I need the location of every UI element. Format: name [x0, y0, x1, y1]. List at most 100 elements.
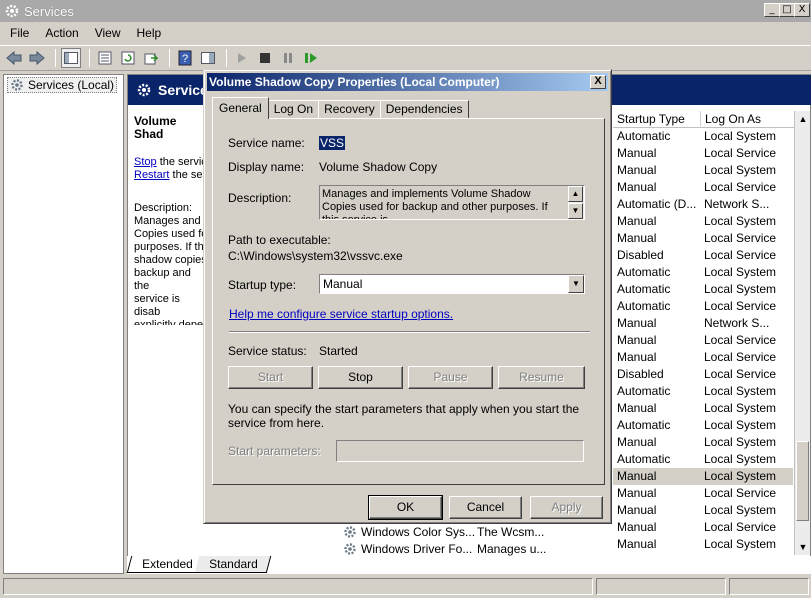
log-on-as-cell: Local System	[704, 503, 777, 517]
service-name-value[interactable]: VSS	[319, 136, 346, 150]
restart-line: Restart the se	[134, 169, 208, 182]
table-row[interactable]: Manual Network S...	[613, 315, 793, 332]
stop-button[interactable]: Stop	[318, 366, 403, 389]
minimize-button[interactable]: _	[764, 3, 780, 17]
scroll-thumb[interactable]	[796, 441, 809, 521]
table-row[interactable]: Automatic Local System	[613, 451, 793, 468]
table-row[interactable]: Automatic Local System	[613, 281, 793, 298]
table-row[interactable]: Automatic Local System	[613, 264, 793, 281]
table-row[interactable]: Manual Local Service	[613, 332, 793, 349]
show-action-pane-button[interactable]	[198, 48, 218, 68]
general-tab-panel: Service name: VSS Display name: Volume S…	[212, 118, 605, 485]
close-window-button[interactable]: X	[794, 3, 810, 17]
scroll-down-icon[interactable]: ▼	[795, 539, 811, 555]
apply-button[interactable]: Apply	[530, 496, 603, 519]
scroll-down-icon[interactable]: ▼	[568, 203, 583, 219]
dialog-title-bar: Volume Shadow Copy Properties (Local Com…	[207, 73, 608, 91]
menu-help[interactable]: Help	[129, 26, 170, 40]
log-on-as-cell: Local Service	[704, 231, 777, 245]
services-gear-icon	[137, 83, 151, 97]
table-row[interactable]: Disabled Local Service	[613, 247, 793, 264]
start-params-input[interactable]	[336, 440, 584, 462]
column-startup-type[interactable]: Startup Type	[613, 111, 701, 128]
start-service-button[interactable]	[232, 48, 252, 68]
tab-recovery[interactable]: Recovery	[318, 100, 381, 119]
log-on-as-cell: Local Service	[704, 180, 777, 194]
table-row[interactable]: Manual Local Service	[613, 349, 793, 366]
table-row[interactable]: Manual Local System	[613, 213, 793, 230]
table-row[interactable]: Automatic (D... Network S...	[613, 196, 793, 213]
list-item[interactable]: Windows Driver Fo... Manages u...	[343, 540, 603, 557]
toolbar-separator	[169, 49, 170, 67]
startup-type-cell: Manual	[617, 163, 657, 177]
log-on-as-cell: Local System	[704, 469, 777, 483]
description-label: Description:	[134, 202, 193, 214]
startup-type-cell: Automatic	[617, 265, 671, 279]
log-on-as-cell: Local Service	[704, 333, 777, 347]
menu-action[interactable]: Action	[37, 26, 86, 40]
table-row[interactable]: Manual Local System	[613, 162, 793, 179]
forward-button[interactable]	[27, 48, 47, 68]
table-row[interactable]: Manual Local Service	[613, 485, 793, 502]
export-list-button[interactable]	[141, 48, 161, 68]
startup-type-cell: Automatic (D...	[617, 197, 697, 211]
pause-button[interactable]: Pause	[408, 366, 493, 389]
tab-standard[interactable]: Standard	[194, 556, 271, 573]
scroll-up-icon[interactable]: ▲	[568, 186, 583, 202]
dialog-title: Volume Shadow Copy Properties (Local Com…	[209, 75, 500, 89]
column-log-on-as[interactable]: Log On As	[701, 111, 798, 128]
extended-description-pane: Volume Shad Stop the servic Restart the …	[134, 115, 208, 325]
show-hide-console-tree-button[interactable]	[61, 48, 81, 68]
startup-type-select[interactable]: Manual ▼	[319, 274, 585, 294]
table-row[interactable]: Manual Local System	[613, 434, 793, 451]
stop-service-link[interactable]: Stop	[134, 156, 157, 168]
table-row[interactable]: Manual Local Service	[613, 519, 793, 536]
cancel-button[interactable]: Cancel	[449, 496, 522, 519]
tab-general[interactable]: General	[212, 97, 269, 119]
tab-dependencies[interactable]: Dependencies	[379, 100, 469, 119]
stop-service-button[interactable]	[255, 48, 275, 68]
table-row[interactable]: Disabled Local Service	[613, 366, 793, 383]
description-field-label: Description:	[228, 191, 292, 205]
properties-button[interactable]	[95, 48, 115, 68]
back-button[interactable]	[4, 48, 24, 68]
description-scrollbar[interactable]: ▲ ▼	[568, 186, 584, 219]
table-row[interactable]: Manual Local Service	[613, 179, 793, 196]
startup-type-cell: Manual	[617, 214, 657, 228]
path-value: C:\Windows\system32\vssvc.exe	[228, 249, 403, 263]
ok-button[interactable]: OK	[368, 495, 443, 520]
table-row[interactable]: Automatic Local System	[613, 128, 793, 145]
restore-button[interactable]: □	[779, 3, 795, 17]
table-row[interactable]: Automatic Local Service	[613, 298, 793, 315]
list-vertical-scrollbar[interactable]: ▲ ▼	[794, 111, 810, 555]
chevron-down-icon[interactable]: ▼	[568, 275, 584, 293]
restart-service-link[interactable]: Restart	[134, 169, 169, 181]
table-row[interactable]: Manual Local System	[613, 468, 793, 485]
table-row[interactable]: Automatic Local System	[613, 383, 793, 400]
table-row[interactable]: Manual Local Service	[613, 145, 793, 162]
display-name-value[interactable]: Volume Shadow Copy	[319, 160, 437, 174]
menu-view[interactable]: View	[87, 26, 129, 40]
restart-service-button[interactable]	[301, 48, 321, 68]
table-row[interactable]: Manual Local System	[613, 536, 793, 553]
refresh-button[interactable]	[118, 48, 138, 68]
tab-standard-label: Standard	[209, 557, 258, 571]
table-row[interactable]: Automatic Local System	[613, 417, 793, 434]
start-button[interactable]: Start	[228, 366, 313, 389]
pause-service-button[interactable]	[278, 48, 298, 68]
dialog-close-button[interactable]: X	[590, 75, 606, 89]
tab-extended[interactable]: Extended	[126, 556, 206, 573]
help-button[interactable]: ?	[175, 48, 195, 68]
scroll-up-icon[interactable]: ▲	[795, 111, 811, 127]
menu-file[interactable]: File	[0, 26, 37, 40]
table-row[interactable]: Manual Local System	[613, 400, 793, 417]
table-row[interactable]: Manual Local System	[613, 502, 793, 519]
help-configure-startup-link[interactable]: Help me configure service startup option…	[229, 307, 453, 321]
startup-type-cell: Manual	[617, 435, 657, 449]
resume-button[interactable]: Resume	[498, 366, 585, 389]
tab-log-on[interactable]: Log On	[267, 100, 320, 119]
table-row[interactable]: Manual Local Service	[613, 230, 793, 247]
list-item[interactable]: Windows Color Sys... The Wcsm...	[343, 523, 603, 540]
description-field[interactable]: Manages and implements Volume Shadow Cop…	[319, 185, 585, 220]
tree-item-services-local[interactable]: Services (Local)	[7, 77, 118, 93]
